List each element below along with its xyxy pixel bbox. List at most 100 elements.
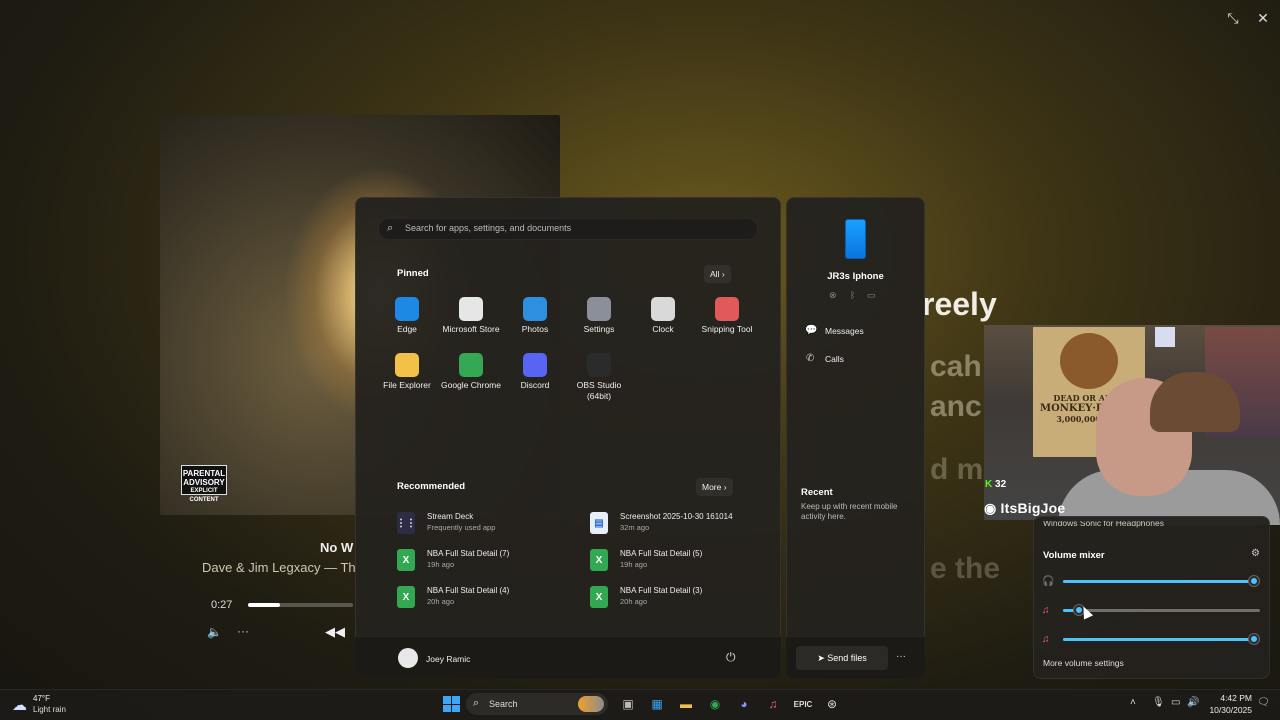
- lyric-line-current: reely: [922, 286, 997, 322]
- window-light: [1155, 327, 1175, 347]
- apple-music-icon: ♫: [1042, 634, 1050, 645]
- recommended-heading: Recommended: [397, 481, 466, 492]
- microphone-icon[interactable]: 🎙: [1152, 697, 1165, 708]
- discord-name-overlay: ◉ ItsBigJoe: [984, 500, 1066, 516]
- image-file-icon: ▤: [590, 512, 608, 534]
- pinned-heading: Pinned: [397, 268, 429, 279]
- chevron-up-icon[interactable]: ˄: [1130, 697, 1136, 708]
- obs-icon[interactable]: ⊛: [821, 694, 843, 714]
- search-highlight-icon: [578, 696, 604, 712]
- excel-icon: X: [590, 586, 608, 608]
- recommended-item[interactable]: X NBA Full Stat Detail (4) 20h ago: [397, 584, 577, 612]
- photos-icon: [523, 297, 547, 321]
- kick-follower-badge: K 32: [985, 479, 1007, 490]
- pinned-app[interactable]: OBS Studio (64bit): [567, 353, 631, 402]
- discord-icon[interactable]: ◕: [733, 694, 755, 714]
- windows-start-icon[interactable]: [438, 693, 460, 715]
- messages-link[interactable]: Messages: [825, 326, 864, 336]
- taskbar-search-label[interactable]: Search: [489, 699, 518, 709]
- recommended-item[interactable]: X NBA Full Stat Detail (5) 19h ago: [590, 547, 770, 575]
- recommended-item[interactable]: X NBA Full Stat Detail (7) 19h ago: [397, 547, 577, 575]
- apple-music-icon[interactable]: ♫: [762, 694, 784, 714]
- parental-advisory-label: PARENTAL ADVISORY EXPLICIT CONTENT: [181, 465, 227, 503]
- obs-icon: [587, 353, 611, 377]
- recommended-title: NBA Full Stat Detail (5): [620, 549, 703, 558]
- clock-time[interactable]: 4:42 PM: [1212, 693, 1252, 703]
- recent-description: Keep up with recent mobile activity here…: [801, 502, 898, 521]
- chrome-icon[interactable]: ◉: [704, 694, 726, 714]
- pinned-app-label: Clock: [652, 324, 674, 334]
- search-icon: ⌕: [473, 697, 480, 709]
- chrome-icon: [459, 353, 483, 377]
- clock-icon: [651, 297, 675, 321]
- calls-link[interactable]: Calls: [825, 354, 844, 364]
- pinned-app[interactable]: Settings: [567, 297, 631, 335]
- more-options-icon[interactable]: ···: [237, 624, 249, 638]
- stream-deck-icon: ⋮⋮: [396, 512, 416, 534]
- pinned-app-label: Settings: [583, 324, 615, 334]
- rain-cloud-icon[interactable]: ☁: [12, 696, 27, 714]
- restore-window-icon[interactable]: ⤡: [1225, 10, 1241, 26]
- volume-mixer-panel: [1033, 516, 1270, 679]
- task-view-icon[interactable]: ▣: [617, 694, 639, 714]
- speaker-icon[interactable]: 🔊: [1187, 697, 1199, 708]
- notification-icon[interactable]: 🗨: [1257, 697, 1270, 708]
- pinned-app[interactable]: File Explorer: [375, 353, 439, 391]
- recommended-item[interactable]: ⋮⋮ Stream Deck Frequently used app: [396, 510, 577, 538]
- close-window-icon[interactable]: ✕: [1255, 10, 1271, 26]
- pinned-app[interactable]: Edge: [375, 297, 439, 335]
- volume-slider-thumb[interactable]: [1249, 634, 1259, 644]
- send-files-button[interactable]: ➤ Send files: [796, 646, 888, 670]
- poster-character: [1060, 333, 1118, 389]
- recommended-subtitle: 19h ago: [427, 560, 455, 569]
- pinned-app[interactable]: Microsoft Store: [439, 297, 503, 335]
- more-volume-settings-link[interactable]: More volume settings: [1043, 658, 1124, 668]
- volume-icon[interactable]: 🔈: [207, 625, 222, 639]
- pinned-app[interactable]: Snipping Tool: [695, 297, 759, 335]
- weather-temperature[interactable]: 47°F: [33, 694, 50, 703]
- network-icon[interactable]: ▭: [1171, 697, 1180, 708]
- user-avatar[interactable]: [398, 648, 418, 668]
- start-search-placeholder: Search for apps, settings, and documents: [405, 223, 572, 233]
- power-icon[interactable]: ⏻: [726, 650, 736, 665]
- messages-icon: 💬: [805, 325, 818, 336]
- pinned-app-label: Photos: [521, 324, 549, 334]
- excel-icon: X: [397, 586, 415, 608]
- gear-icon[interactable]: ⚙: [1251, 548, 1260, 559]
- store-icon[interactable]: ▦: [646, 694, 668, 714]
- taskbar: [0, 689, 1280, 720]
- recommended-item[interactable]: X NBA Full Stat Detail (3) 20h ago: [590, 584, 770, 612]
- edge-icon: [395, 297, 419, 321]
- clock-date[interactable]: 10/30/2025: [1206, 705, 1252, 715]
- pinned-app[interactable]: Clock: [631, 297, 695, 335]
- volume-slider-thumb[interactable]: [1249, 576, 1259, 586]
- pinned-app[interactable]: Discord: [503, 353, 567, 391]
- epic-games-icon[interactable]: EPIC: [792, 694, 814, 714]
- recommended-subtitle: Frequently used app: [427, 523, 496, 532]
- recommended-subtitle: 19h ago: [620, 560, 648, 569]
- pinned-app-label: OBS Studio (64bit): [576, 380, 622, 401]
- pinned-app-label: Microsoft Store: [442, 324, 500, 334]
- pinned-app[interactable]: Google Chrome: [439, 353, 503, 391]
- disconnect-icon[interactable]: ⊗: [829, 290, 837, 301]
- song-title: No W: [320, 540, 354, 555]
- progress-fill: [248, 603, 280, 607]
- excel-icon: X: [397, 549, 415, 571]
- lyric-line: d m: [930, 453, 984, 486]
- recent-heading: Recent: [801, 487, 833, 498]
- all-apps-button[interactable]: All ›: [704, 265, 731, 283]
- rewind-icon[interactable]: ◀◀: [325, 624, 345, 640]
- weather-description[interactable]: Light rain: [33, 705, 66, 714]
- apple-music-icon: ♫: [1042, 605, 1050, 616]
- volume-slider-fill: [1063, 638, 1254, 641]
- phone-link-panel: [786, 197, 925, 679]
- start-footer: [355, 636, 781, 679]
- volume-slider[interactable]: [1063, 609, 1260, 612]
- more-recommended-button[interactable]: More ›: [696, 478, 733, 496]
- more-icon[interactable]: ···: [896, 651, 906, 662]
- recommended-item[interactable]: ▤ Screenshot 2025-10-30 161014 32m ago: [590, 510, 770, 538]
- lyric-line: anc: [930, 390, 982, 423]
- folder-icon[interactable]: ▬: [675, 694, 697, 714]
- user-name[interactable]: Joey Ramic: [426, 654, 470, 664]
- pinned-app[interactable]: Photos: [503, 297, 567, 335]
